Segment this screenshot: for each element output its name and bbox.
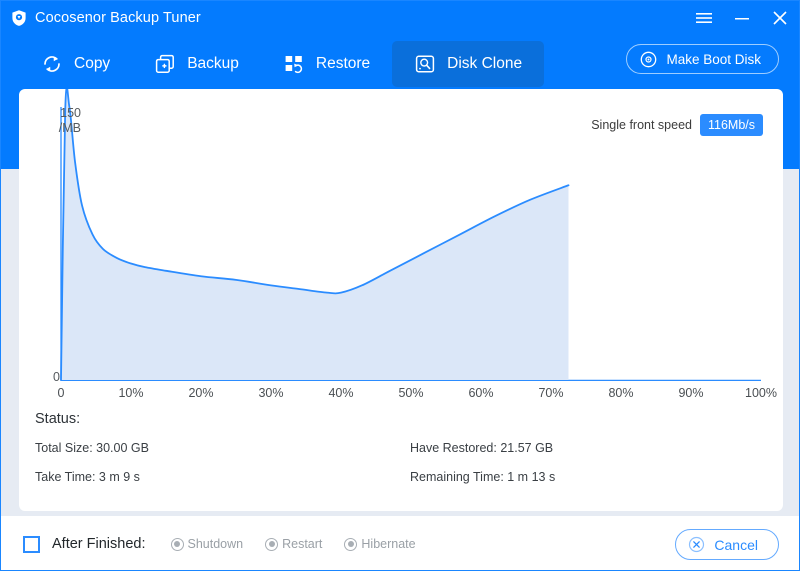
x-axis-tick-label: 50% [398, 386, 424, 400]
x-axis-tick-label: 80% [608, 386, 634, 400]
status-remaining-time: Remaining Time: 1 m 13 s [410, 470, 556, 484]
y-axis-max-value: 150 [60, 106, 81, 120]
x-axis-tick-label: 10% [118, 386, 144, 400]
radio-label: Shutdown [187, 537, 244, 551]
radio-restart[interactable]: Restart [265, 537, 322, 551]
window-controls [695, 1, 789, 35]
footer-bar: After Finished: Shutdown Restart Hiberna… [1, 516, 799, 570]
y-axis-zero-label: 0 [53, 370, 60, 384]
speed-label: Single front speed [591, 118, 692, 132]
after-finished-options: Shutdown Restart Hibernate [170, 537, 416, 551]
x-axis-tick-label: 70% [538, 386, 564, 400]
x-axis-tick-label: 20% [188, 386, 214, 400]
app-title: Cocosenor Backup Tuner [35, 10, 201, 26]
close-icon[interactable] [771, 9, 789, 27]
radio-icon [170, 537, 184, 551]
radio-hibernate[interactable]: Hibernate [344, 537, 416, 551]
x-axis-tick-label: 0 [57, 386, 65, 400]
x-axis-tick-label: 30% [258, 386, 284, 400]
radio-label: Hibernate [361, 537, 416, 551]
title-bar: Cocosenor Backup Tuner [1, 1, 799, 35]
chart-area-fill [61, 89, 569, 380]
x-axis-ticks: 0 10% 20% 30% 40% 50% 60% 70% 80% 90% 100% [19, 386, 783, 406]
nav-item-label: Copy [74, 55, 111, 72]
nav-item-disk-clone[interactable]: Disk Clone [392, 41, 545, 87]
x-axis-tick-label: 60% [468, 386, 494, 400]
disk-clone-icon [414, 53, 436, 75]
y-axis-unit: /MB [58, 121, 81, 135]
square-plus-icon [154, 53, 176, 75]
minimize-icon[interactable] [733, 9, 751, 27]
make-boot-disk-label: Make Boot Disk [666, 51, 761, 67]
nav-item-copy[interactable]: Copy [19, 41, 132, 87]
nav-item-backup[interactable]: Backup [132, 41, 261, 87]
status-take-time: Take Time: 3 m 9 s [35, 470, 140, 484]
nav-item-label: Backup [187, 55, 239, 72]
radio-label: Restart [282, 537, 323, 551]
status-have-restored: Have Restored: 21.57 GB [410, 441, 554, 455]
shield-icon [10, 9, 28, 27]
y-axis-label: 150 /MB [51, 106, 81, 136]
content-card: 150 /MB 0 0 10% 20% 30% 40% 50% 60% 70% 80% 90% 10… [19, 89, 783, 511]
status-total-size: Total Size: 30.00 GB [35, 441, 149, 455]
app-window: Cocosenor Backup Tuner Copy Backup Resto… [0, 0, 800, 571]
refresh-circle-icon [41, 53, 63, 75]
after-finished-group: After Finished: Shutdown Restart Hiberna… [23, 516, 416, 570]
restore-grid-icon [283, 53, 305, 75]
nav-item-restore[interactable]: Restore [261, 41, 392, 87]
hamburger-icon[interactable] [695, 9, 713, 27]
cancel-button[interactable]: Cancel [675, 529, 779, 560]
speed-indicator: Single front speed 116Mb/s [591, 114, 763, 136]
radio-icon [265, 537, 279, 551]
x-axis-tick-label: 100% [745, 386, 777, 400]
radio-icon [344, 537, 358, 551]
after-finished-label: After Finished: [52, 536, 146, 552]
disc-icon [640, 51, 657, 68]
main-nav: Copy Backup Restore Disk Clone [19, 36, 545, 92]
status-grid: Total Size: 30.00 GB Have Restored: 21.5… [35, 441, 775, 484]
speed-chart: 150 /MB 0 0 10% 20% 30% 40% 50% 60% 70% 80% 90% 10… [19, 89, 783, 401]
radio-shutdown[interactable]: Shutdown [170, 537, 244, 551]
nav-item-label: Restore [315, 55, 371, 72]
make-boot-disk-button[interactable]: Make Boot Disk [626, 44, 779, 74]
cancel-label: Cancel [714, 536, 758, 553]
speed-value-badge: 116Mb/s [699, 114, 763, 136]
after-finished-checkbox[interactable] [23, 535, 40, 553]
x-axis-tick-label: 90% [678, 386, 704, 400]
status-section: Status: Total Size: 30.00 GB Have Restor… [35, 411, 775, 484]
close-circle-icon [688, 536, 705, 553]
x-axis-tick-label: 40% [328, 386, 354, 400]
status-title: Status: [35, 411, 81, 427]
nav-item-label: Disk Clone [447, 55, 523, 72]
